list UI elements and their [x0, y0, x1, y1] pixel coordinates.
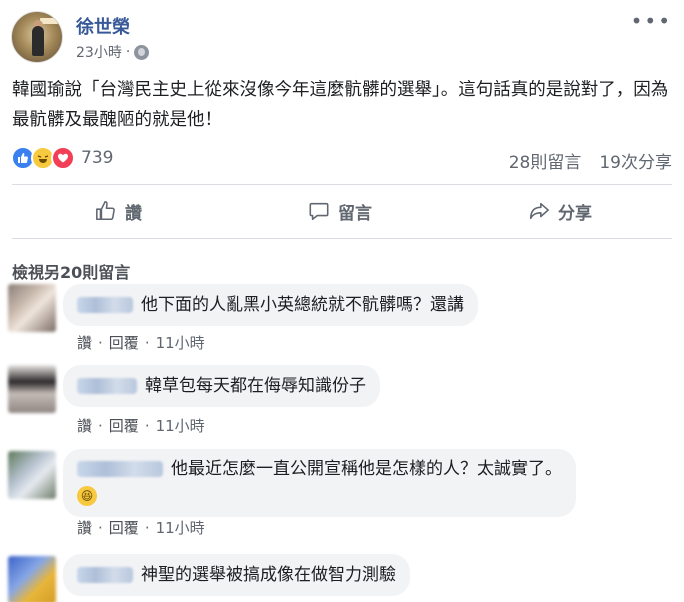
love-reaction-icon [51, 146, 75, 170]
share-count-link[interactable]: 19次分享 [599, 148, 672, 173]
post-time[interactable]: 23小時 [76, 42, 122, 62]
comment-text: 神聖的選舉被搞成像在做智力測驗 [141, 565, 396, 585]
share-icon [529, 202, 549, 220]
comment-reply-link[interactable]: 回覆 [109, 415, 139, 436]
share-button[interactable]: 分享 [528, 186, 592, 236]
comment-text: 他下面的人亂黑小英總統就不骯髒嗎？還講 [141, 295, 464, 315]
comment-actions: 讚 · 回覆 · 11小時 [77, 415, 205, 436]
comment-bubble: 他下面的人亂黑小英總統就不骯髒嗎？還講 [63, 284, 478, 326]
post-header: 徐世榮 23小時 · ••• [0, 0, 684, 63]
author-name[interactable]: 徐世榮 [76, 13, 130, 39]
comment-button[interactable]: 留言 [308, 186, 372, 236]
comment-text: 韓草包每天都在侮辱知識份子 [145, 376, 366, 396]
more-options-icon[interactable]: ••• [631, 11, 672, 31]
comment-count-link[interactable]: 28則留言 [509, 148, 582, 173]
comment-text: 他最近怎麼一直公開宣稱他是怎樣的人？太誠實了。 [171, 459, 562, 479]
divider [12, 184, 672, 185]
comment-like-link[interactable]: 讚 [77, 332, 92, 353]
comment-bubble: 神聖的選舉被搞成像在做智力測驗 [63, 554, 410, 596]
comment-actions: 讚 · 回覆 · 11小時 [77, 517, 205, 538]
commenter-name[interactable] [77, 461, 163, 477]
comment-bubble: 他最近怎麼一直公開宣稱他是怎樣的人？太誠實了。 😆 [63, 449, 576, 517]
reaction-count: 739 [81, 148, 114, 168]
reactions-summary[interactable]: 739 [11, 146, 113, 170]
thumbs-up-icon [96, 201, 115, 221]
commenter-name[interactable] [77, 567, 133, 583]
comments-section: 檢視另20則留言 他下面的人亂黑小英總統就不骯髒嗎？還講 讚 · 回覆 · 11… [0, 245, 684, 602]
view-more-comments-link[interactable]: 檢視另20則留言 [12, 259, 130, 283]
haha-emoji-icon: 😆 [77, 486, 97, 506]
comment-like-link[interactable]: 讚 [77, 415, 92, 436]
commenter-name[interactable] [77, 378, 137, 394]
comment-time[interactable]: 11小時 [156, 332, 205, 353]
like-button-label: 讚 [125, 203, 142, 224]
divider [12, 238, 672, 239]
commenter-name[interactable] [77, 297, 133, 313]
commenter-avatar[interactable] [8, 365, 56, 413]
like-button[interactable]: 讚 [95, 186, 142, 236]
comment-actions: 讚 · 回覆 · 11小時 [77, 332, 205, 353]
commenter-avatar[interactable] [8, 556, 56, 602]
post-meta: 23小時 · [76, 42, 150, 62]
comment-like-link[interactable]: 讚 [77, 517, 92, 538]
commenter-avatar[interactable] [8, 284, 56, 332]
comment-time[interactable]: 11小時 [156, 415, 205, 436]
post-stats: 28則留言 19次分享 [509, 148, 672, 173]
comment-button-label: 留言 [338, 203, 372, 224]
commenter-avatar[interactable] [8, 451, 56, 499]
author-avatar[interactable] [11, 11, 63, 63]
globe-icon [134, 44, 150, 60]
comment-reply-link[interactable]: 回覆 [109, 332, 139, 353]
post-text: 韓國瑜說「台灣民主史上從來沒像今年這麼骯髒的選舉」。這句話真的是說對了，因為最骯… [12, 80, 669, 130]
comment-reply-link[interactable]: 回覆 [109, 517, 139, 538]
post-action-bar: 讚 留言 分享 [0, 186, 684, 236]
comment-icon [309, 202, 329, 221]
comment-bubble: 韓草包每天都在侮辱知識份子 [63, 365, 380, 407]
share-button-label: 分享 [558, 203, 592, 224]
comment-time[interactable]: 11小時 [156, 517, 205, 538]
